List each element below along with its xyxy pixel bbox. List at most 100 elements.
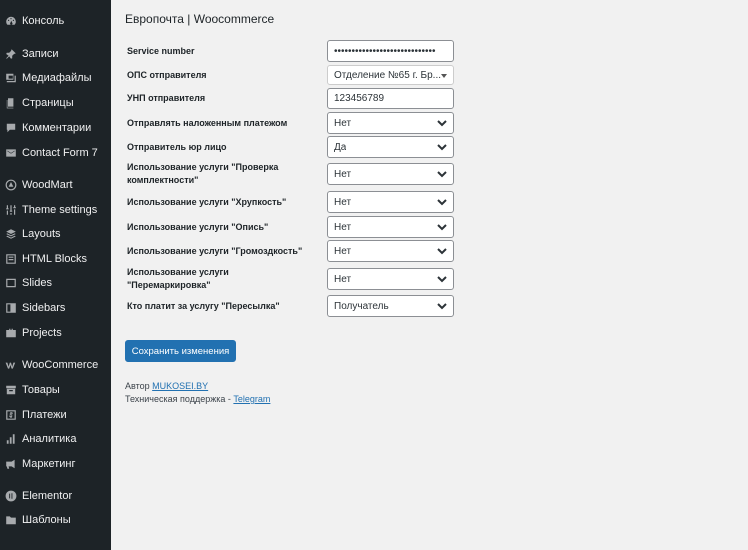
chevron-down-icon: [437, 274, 447, 284]
inventory-select[interactable]: Нет: [327, 216, 454, 238]
field-label: Отправитель юр лицо: [127, 141, 227, 152]
support-prefix: Техническая поддержка -: [125, 394, 231, 404]
field-label: Использование услуги "Хрупкость": [127, 196, 287, 207]
sidebar-item-layouts[interactable]: Layouts: [0, 222, 111, 246]
sidebar-item-slides[interactable]: Slides: [0, 271, 111, 295]
field-label: Использование услуги "Опись": [127, 221, 269, 232]
chevron-down-icon: [437, 142, 447, 152]
field-value: Нет: [334, 196, 352, 208]
field-value: Нет: [334, 221, 352, 233]
dashboard-icon: [5, 15, 17, 27]
sidebar-item-contact-form[interactable]: Contact Form 7: [0, 141, 111, 165]
forwarding-payer-select[interactable]: Получатель: [327, 295, 454, 317]
bulky-select[interactable]: Нет: [327, 240, 454, 262]
sidebar-item-label: Theme settings: [22, 204, 98, 216]
unp-input[interactable]: 123456789: [327, 88, 454, 109]
form-row-service-number: Service number •••••••••••••••••••••••••…: [127, 40, 454, 62]
form-row-cod: Отправлять наложенным платежом Нет: [127, 112, 454, 134]
sidebar-item-label: Layouts: [22, 228, 61, 240]
form-row-unp: УНП отправителя 123456789: [127, 88, 454, 109]
sidebar-item-sidebars[interactable]: Sidebars: [0, 296, 111, 320]
field-value: Нет: [334, 245, 352, 257]
comments-icon: [5, 122, 17, 134]
form-row-fragile: Использование услуги "Хрупкость" Нет: [127, 191, 454, 213]
sidebar-item-label: Комментарии: [22, 122, 92, 134]
sidebar-item-templates[interactable]: Шаблоны: [0, 508, 111, 532]
sidebar-item-theme-settings[interactable]: Theme settings: [0, 198, 111, 222]
sidebar-item-label: Projects: [22, 327, 62, 339]
field-value: Нет: [334, 168, 352, 180]
field-label: Использование услуги "Проверка комплектн…: [127, 162, 279, 185]
form-row-remarking: Использование услуги "Перемаркировка" Не…: [127, 265, 454, 293]
sidebar-item-label: Страницы: [22, 97, 74, 109]
folder-icon: [5, 514, 17, 526]
sidebar-item-label: Contact Form 7: [22, 147, 98, 159]
dollar-icon: [5, 409, 17, 421]
field-value: Отделение №65 г. Бр...: [334, 69, 442, 81]
save-button[interactable]: Сохранить изменения: [125, 340, 236, 362]
field-label: Использование услуги "Громоздкость": [127, 245, 303, 256]
legal-entity-select[interactable]: Да: [327, 136, 454, 158]
author-prefix: Автор: [125, 381, 150, 391]
sidebar-item-products[interactable]: Товары: [0, 378, 111, 402]
fragile-select[interactable]: Нет: [327, 191, 454, 213]
ops-select[interactable]: Отделение №65 г. Бр...: [327, 65, 454, 85]
form-row-legal-entity: Отправитель юр лицо Да: [127, 136, 454, 158]
form-row-bulky: Использование услуги "Громоздкость" Нет: [127, 240, 454, 262]
mail-icon: [5, 147, 17, 159]
sidebar-item-elementor[interactable]: Elementor: [0, 484, 111, 508]
field-value: Нет: [334, 273, 352, 285]
elementor-icon: [5, 490, 17, 502]
completeness-select[interactable]: Нет: [327, 163, 454, 185]
sidebar-item-label: Товары: [22, 384, 60, 396]
field-value: •••••••••••••••••••••••••••••: [334, 45, 436, 57]
sidebar-item-label: WoodMart: [22, 179, 73, 191]
sidebar-item-media[interactable]: Медиафайлы: [0, 66, 111, 90]
sidebar-item-label: HTML Blocks: [22, 253, 87, 265]
plugin-credits: Автор MUKOSEI.BY Техническая поддержка -…: [125, 380, 270, 406]
sidebar-item-payments[interactable]: Платежи: [0, 403, 111, 427]
chart-icon: [5, 433, 17, 445]
form-row-forwarding-payer: Кто платит за услугу "Пересылка" Получат…: [127, 295, 454, 317]
cod-select[interactable]: Нет: [327, 112, 454, 134]
sidebar-item-label: Платежи: [22, 409, 67, 421]
pin-icon: [5, 48, 17, 60]
form-row-ops: ОПС отправителя Отделение №65 г. Бр...: [127, 65, 454, 85]
field-value: Нет: [334, 117, 352, 129]
field-label: ОПС отправителя: [127, 69, 207, 80]
field-label: Отправлять наложенным платежом: [127, 117, 288, 128]
sidebar-item-projects[interactable]: Projects: [0, 321, 111, 345]
sidebar-item-label: Sidebars: [22, 302, 66, 314]
sidebar-item-analytics[interactable]: Аналитика: [0, 427, 111, 451]
chevron-down-icon: [437, 301, 447, 311]
sidebar-item-html-blocks[interactable]: HTML Blocks: [0, 247, 111, 271]
sidebar-item-posts[interactable]: Записи: [0, 42, 111, 66]
sidebars-icon: [5, 302, 17, 314]
woodmart-icon: [5, 179, 17, 191]
field-label: Service number: [127, 45, 195, 56]
chevron-down-icon: [437, 222, 447, 232]
sidebar-item-woocommerce[interactable]: WooCommerce: [0, 353, 111, 377]
service-number-input[interactable]: •••••••••••••••••••••••••••••: [327, 40, 454, 62]
chevron-down-icon: [437, 169, 447, 179]
sidebar-item-comments[interactable]: Комментарии: [0, 116, 111, 140]
author-link[interactable]: MUKOSEI.BY: [152, 381, 208, 391]
pages-icon: [5, 97, 17, 109]
briefcase-icon: [5, 327, 17, 339]
sidebar-item-dashboard[interactable]: Консоль: [0, 9, 111, 33]
sidebar-item-woodmart[interactable]: WoodMart: [0, 173, 111, 197]
sidebar-item-pages[interactable]: Страницы: [0, 91, 111, 115]
admin-sidebar: Консоль Записи Медиафайлы Страницы Комме…: [0, 0, 111, 550]
sidebar-item-marketing[interactable]: Маркетинг: [0, 452, 111, 476]
sidebar-item-label: WooCommerce: [22, 359, 99, 371]
telegram-link[interactable]: Telegram: [233, 394, 270, 404]
field-label: Кто платит за услугу "Пересылка": [127, 300, 280, 311]
author-line: Автор MUKOSEI.BY: [125, 380, 270, 393]
archive-icon: [5, 384, 17, 396]
sidebar-item-label: Записи: [22, 48, 59, 60]
layers-icon: [5, 228, 17, 240]
main-content: Европочта | Woocommerce Service number •…: [111, 0, 748, 550]
remarking-select[interactable]: Нет: [327, 268, 454, 290]
sidebar-item-label: Медиафайлы: [22, 72, 92, 84]
blocks-icon: [5, 253, 17, 265]
